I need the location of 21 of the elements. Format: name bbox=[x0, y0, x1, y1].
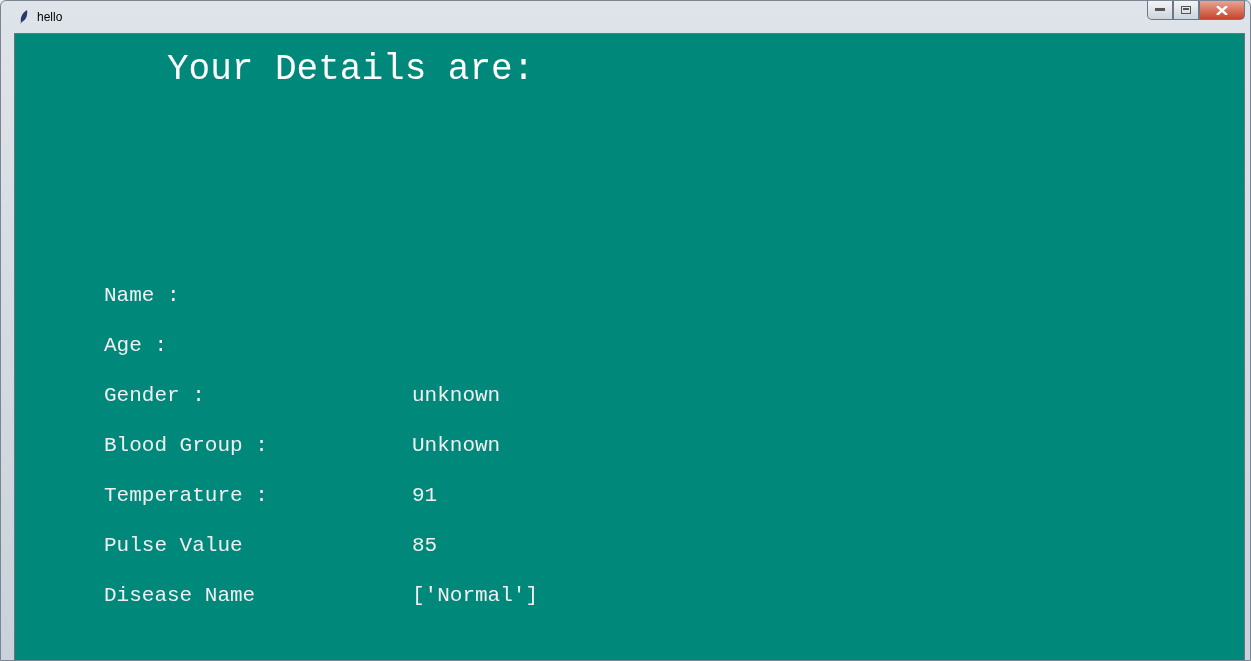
minimize-icon bbox=[1155, 8, 1165, 12]
field-value: 85 bbox=[412, 533, 438, 557]
field-label: Name : bbox=[104, 283, 181, 307]
close-icon bbox=[1216, 5, 1228, 15]
field-label: Age : bbox=[104, 333, 168, 357]
maximize-icon bbox=[1181, 6, 1191, 14]
field-label: Temperature : bbox=[104, 483, 269, 507]
close-button[interactable] bbox=[1199, 1, 1245, 20]
feather-icon bbox=[19, 10, 29, 24]
field-value: Unknown bbox=[412, 433, 501, 457]
window-title: hello bbox=[37, 10, 63, 24]
heading: Your Details are: bbox=[166, 48, 536, 92]
minimize-button[interactable] bbox=[1147, 1, 1173, 20]
maximize-button[interactable] bbox=[1173, 1, 1199, 20]
field-label: Disease Name bbox=[104, 583, 257, 607]
field-label: Blood Group : bbox=[104, 433, 269, 457]
field-label: Pulse Value bbox=[104, 533, 244, 557]
field-value: unknown bbox=[412, 383, 501, 407]
field-label: Gender : bbox=[104, 383, 206, 407]
field-value: ['Normal'] bbox=[412, 583, 539, 607]
field-value: 91 bbox=[412, 483, 438, 507]
